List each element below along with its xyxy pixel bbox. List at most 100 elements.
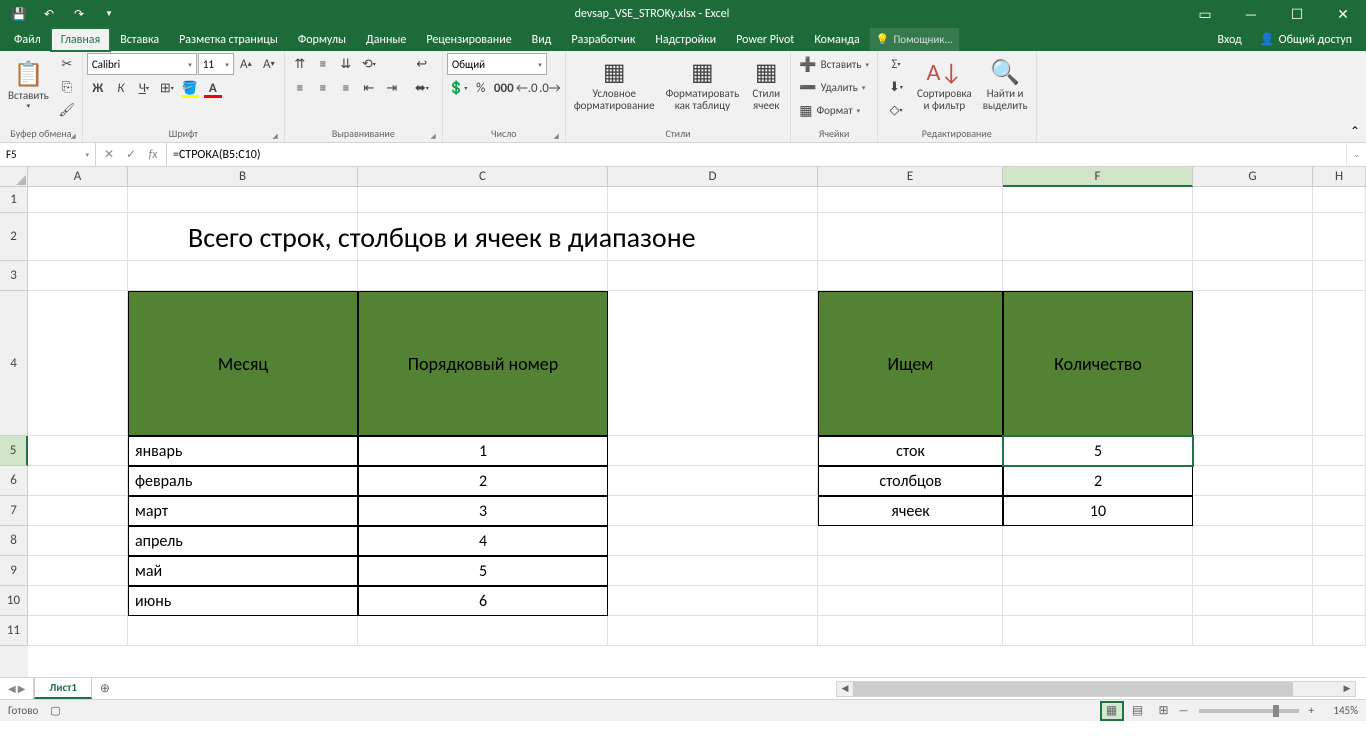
- format-cells-button[interactable]: ▦Формат▾: [795, 99, 873, 121]
- row-header-4[interactable]: 4: [0, 291, 28, 436]
- cell-A6[interactable]: [28, 466, 128, 496]
- row-header-11[interactable]: 11: [0, 616, 28, 646]
- cell-F1[interactable]: [1003, 187, 1193, 213]
- undo-icon[interactable]: ↶: [36, 2, 62, 26]
- cell-H10[interactable]: [1313, 586, 1366, 616]
- copy-button[interactable]: ⎘: [56, 76, 78, 98]
- col-header-C[interactable]: C: [358, 167, 608, 187]
- autosum-button[interactable]: Σ▾: [882, 53, 910, 75]
- format-painter-button[interactable]: 🖌: [56, 99, 78, 121]
- cancel-formula-icon[interactable]: ✕: [100, 147, 118, 162]
- left-month-5[interactable]: июнь: [128, 586, 358, 616]
- qat-customize-icon[interactable]: ▼: [96, 2, 122, 26]
- row-header-3[interactable]: 3: [0, 261, 28, 291]
- cell-B11[interactable]: [128, 616, 358, 646]
- cell-H6[interactable]: [1313, 466, 1366, 496]
- cell-A11[interactable]: [28, 616, 128, 646]
- font-color-button[interactable]: А: [202, 77, 224, 99]
- cell-G10[interactable]: [1193, 586, 1313, 616]
- align-center-button[interactable]: ≡: [312, 77, 334, 99]
- sheet-nav-next-icon[interactable]: ▶: [18, 682, 26, 695]
- zoom-slider[interactable]: [1199, 709, 1299, 713]
- cell-G6[interactable]: [1193, 466, 1313, 496]
- close-icon[interactable]: ✕: [1320, 0, 1366, 28]
- tab-review[interactable]: Рецензирование: [416, 28, 521, 51]
- cell-G3[interactable]: [1193, 261, 1313, 291]
- cell-D10[interactable]: [608, 586, 818, 616]
- delete-cells-button[interactable]: ➖Удалить▾: [795, 76, 873, 98]
- select-all-corner[interactable]: [0, 167, 28, 187]
- cell-F3[interactable]: [1003, 261, 1193, 291]
- cell-H9[interactable]: [1313, 556, 1366, 586]
- collapse-ribbon-icon[interactable]: ⌃: [1344, 51, 1366, 142]
- cell-E9[interactable]: [818, 556, 1003, 586]
- row-header-8[interactable]: 8: [0, 526, 28, 556]
- tab-view[interactable]: Вид: [522, 28, 562, 51]
- col-header-D[interactable]: D: [608, 167, 818, 187]
- row-header-1[interactable]: 1: [0, 187, 28, 213]
- col-header-H[interactable]: H: [1313, 167, 1366, 187]
- view-pagebreak-icon[interactable]: ⊞: [1153, 702, 1175, 720]
- row-header-2[interactable]: 2: [0, 213, 28, 261]
- tab-powerpivot[interactable]: Power Pivot: [726, 28, 804, 51]
- cell-A2[interactable]: [28, 213, 128, 261]
- cell-E8[interactable]: [818, 526, 1003, 556]
- cell-D6[interactable]: [608, 466, 818, 496]
- cell-A9[interactable]: [28, 556, 128, 586]
- col-header-G[interactable]: G: [1193, 167, 1313, 187]
- horizontal-scrollbar[interactable]: ◀ ▶: [836, 681, 1356, 697]
- cell-E10[interactable]: [818, 586, 1003, 616]
- row-header-6[interactable]: 6: [0, 466, 28, 496]
- increase-font-button[interactable]: A▴: [235, 53, 257, 75]
- col-header-B[interactable]: B: [128, 167, 358, 187]
- cell-D7[interactable]: [608, 496, 818, 526]
- cell-E1[interactable]: [818, 187, 1003, 213]
- number-format-combo[interactable]: Общий▾: [447, 53, 547, 75]
- insert-cells-button[interactable]: ➕Вставить▾: [795, 53, 873, 75]
- italic-button[interactable]: К: [110, 77, 132, 99]
- left-month-3[interactable]: апрель: [128, 526, 358, 556]
- tab-home[interactable]: Главная: [51, 28, 110, 51]
- cell-H3[interactable]: [1313, 261, 1366, 291]
- cell-E11[interactable]: [818, 616, 1003, 646]
- save-icon[interactable]: 💾: [6, 2, 32, 26]
- align-right-button[interactable]: ≡: [335, 77, 357, 99]
- border-button[interactable]: ⊞▾: [156, 77, 178, 99]
- cell-B1[interactable]: [128, 187, 358, 213]
- cell-G9[interactable]: [1193, 556, 1313, 586]
- indent-increase-button[interactable]: ⇥: [381, 77, 403, 99]
- cell-C1[interactable]: [358, 187, 608, 213]
- sheet-title[interactable]: Всего строк, столбцов и ячеек в диапазон…: [128, 213, 1193, 261]
- cell-A5[interactable]: [28, 436, 128, 466]
- col-header-F[interactable]: F: [1003, 167, 1193, 187]
- decrease-font-button[interactable]: A▾: [258, 53, 280, 75]
- maximize-icon[interactable]: ☐: [1274, 0, 1320, 28]
- zoom-value[interactable]: 145%: [1318, 704, 1358, 717]
- cell-A7[interactable]: [28, 496, 128, 526]
- cell-H1[interactable]: [1313, 187, 1366, 213]
- tab-developer[interactable]: Разработчик: [561, 28, 645, 51]
- cell-G8[interactable]: [1193, 526, 1313, 556]
- indent-decrease-button[interactable]: ⇤: [358, 77, 380, 99]
- cell-H2[interactable]: [1313, 213, 1366, 261]
- left-num-2[interactable]: 3: [358, 496, 608, 526]
- clear-button[interactable]: ◇▾: [882, 99, 910, 121]
- accounting-button[interactable]: 💲▾: [447, 77, 469, 99]
- cell-H4[interactable]: [1313, 291, 1366, 436]
- cell-H8[interactable]: [1313, 526, 1366, 556]
- bold-button[interactable]: Ж: [87, 77, 109, 99]
- minimize-icon[interactable]: —: [1228, 0, 1274, 28]
- left-header-ordinal[interactable]: Порядковый номер: [358, 291, 608, 436]
- align-middle-button[interactable]: ≡: [312, 53, 334, 75]
- cell-A4[interactable]: [28, 291, 128, 436]
- comma-button[interactable]: 000: [493, 77, 515, 99]
- cell-C11[interactable]: [358, 616, 608, 646]
- font-name-combo[interactable]: Calibri▾: [87, 53, 197, 75]
- cell-E3[interactable]: [818, 261, 1003, 291]
- cell-G5[interactable]: [1193, 436, 1313, 466]
- formula-input[interactable]: =СТРОКА(B5:C10): [167, 143, 1346, 166]
- tab-team[interactable]: Команда: [804, 28, 869, 51]
- left-month-4[interactable]: май: [128, 556, 358, 586]
- cell-B3[interactable]: [128, 261, 358, 291]
- row-header-9[interactable]: 9: [0, 556, 28, 586]
